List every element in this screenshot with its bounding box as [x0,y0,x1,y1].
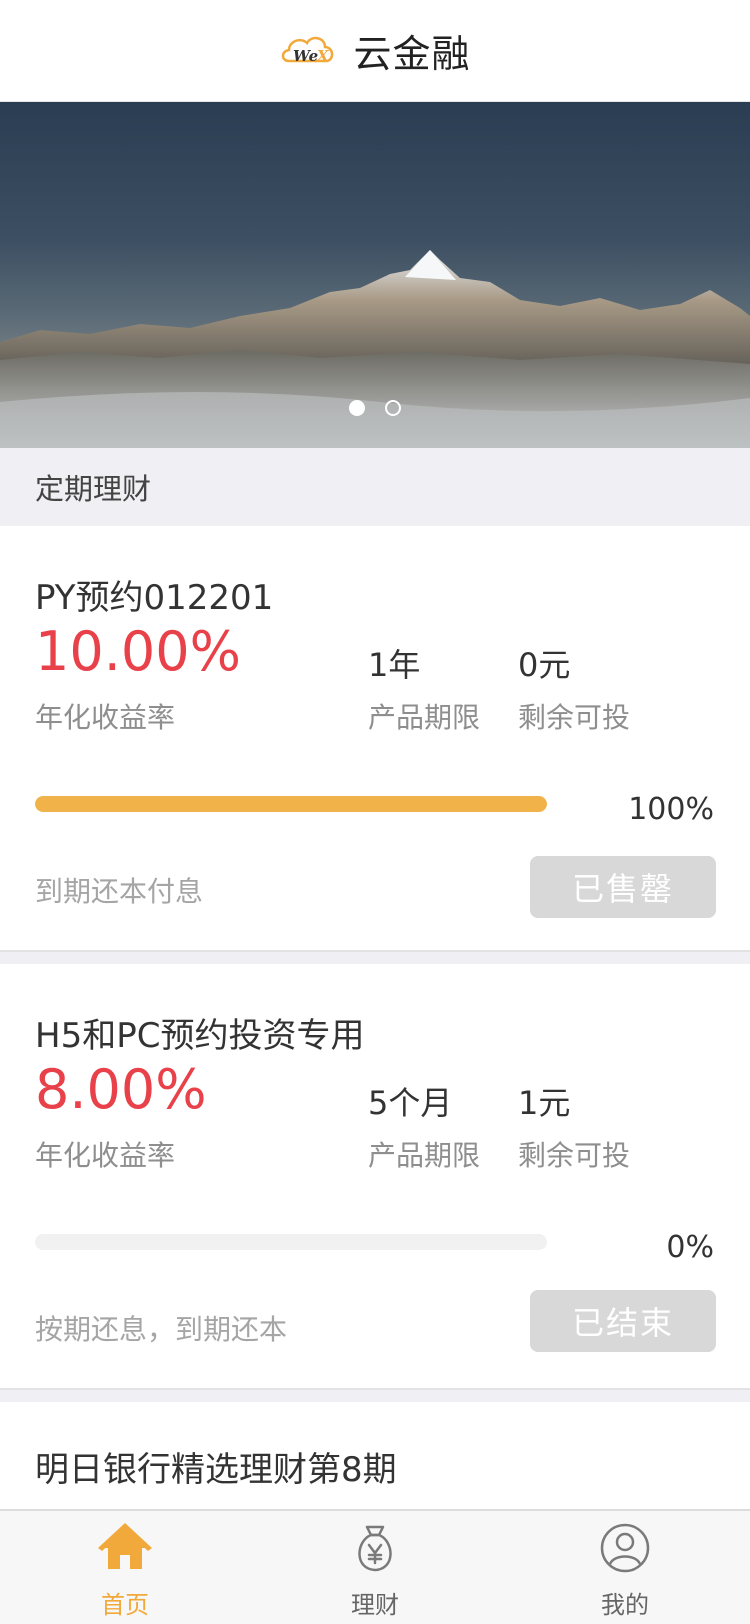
page-title: 云金融 [353,32,471,76]
remaining-amount-label: 剩余可投 [518,701,631,734]
product-card[interactable]: H5和PC预约投资专用 8.00% 年化收益率 5个月 产品期限 1元 剩余可投… [0,964,750,1388]
progress-bar [35,796,547,812]
product-name: PY预约012201 [35,578,274,618]
carousel-dot-2[interactable] [385,400,401,416]
product-card[interactable]: 明日银行精选理财第8期 [0,1402,750,1509]
repayment-method: 到期还本付息 [35,875,204,908]
carousel-indicators [0,400,750,416]
home-icon [98,1523,152,1569]
tab-profile[interactable]: 我的 [500,1511,750,1624]
annual-rate-label: 年化收益率 [35,1139,176,1172]
product-term-label: 产品期限 [368,701,481,734]
progress-percent: 0% [666,1230,714,1265]
product-card[interactable]: PY预约012201 10.00% 年化收益率 1年 产品期限 0元 剩余可投 … [0,526,750,950]
tab-profile-label: 我的 [601,1591,649,1619]
card-divider [0,1388,750,1402]
product-term-label: 产品期限 [368,1139,481,1172]
progress-bar [35,1234,547,1250]
annual-rate: 8.00% [35,1058,207,1121]
product-name: 明日银行精选理财第8期 [35,1450,397,1490]
tab-home[interactable]: 首页 [0,1511,250,1624]
card-divider [0,950,750,964]
section-title: 定期理财 [35,472,152,506]
banner-carousel[interactable] [0,102,750,448]
product-term: 5个月 [368,1084,453,1122]
section-header: 定期理财 [0,448,750,526]
money-bag-icon [358,1525,392,1572]
product-term: 1年 [368,646,421,684]
annual-rate: 10.00% [35,620,241,683]
user-icon [600,1523,650,1573]
sold-out-button[interactable]: 已售罄 [530,856,716,918]
progress-percent: 100% [628,792,714,827]
repayment-method: 按期还息，到期还本 [35,1313,288,1346]
mountain-image [0,250,750,448]
app-header: We X 云金融 [0,0,750,102]
annual-rate-label: 年化收益率 [35,701,176,734]
tab-home-label: 首页 [101,1591,149,1619]
svg-text:We: We [293,47,318,65]
product-name: H5和PC预约投资专用 [35,1016,365,1056]
tab-finance-label: 理财 [351,1591,399,1619]
tab-finance[interactable]: 理财 [250,1511,500,1624]
ended-button[interactable]: 已结束 [530,1290,716,1352]
remaining-amount-label: 剩余可投 [518,1139,631,1172]
remaining-amount: 0元 [518,646,571,684]
progress-fill [35,796,547,812]
bottom-tab-bar: 首页 理财 我的 [0,1509,750,1624]
svg-text:X: X [316,47,330,65]
wex-logo: We X [279,31,339,71]
carousel-dot-1[interactable] [349,400,365,416]
remaining-amount: 1元 [518,1084,571,1122]
